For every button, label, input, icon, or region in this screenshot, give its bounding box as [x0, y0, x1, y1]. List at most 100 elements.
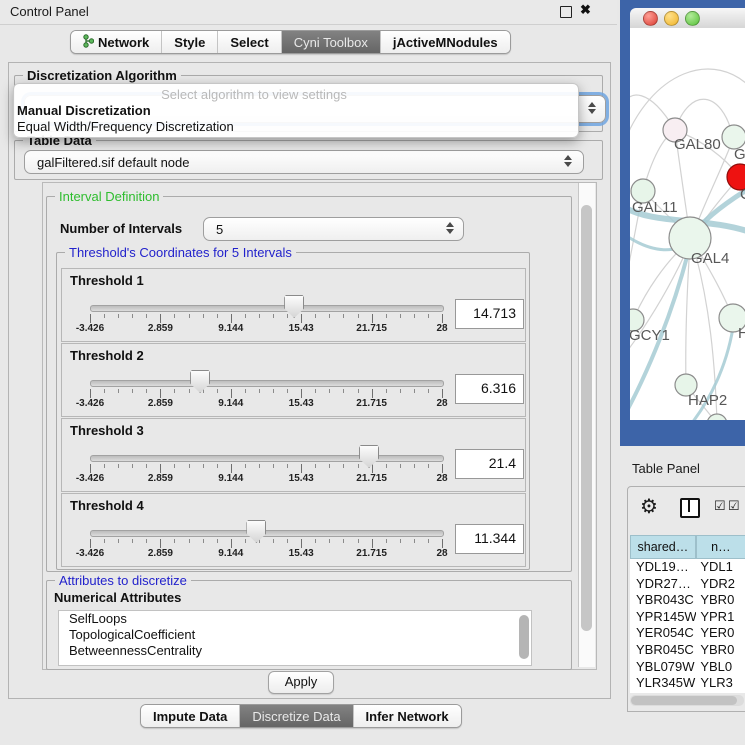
table-row[interactable]: YPR145WYPR1: [630, 609, 745, 626]
attribute-list-item[interactable]: TopologicalCoefficient: [59, 627, 531, 643]
tab-label: Infer Network: [366, 709, 449, 724]
num-intervals-label: Number of Intervals: [60, 221, 182, 236]
scrollbar-thumb[interactable]: [581, 205, 592, 631]
network-canvas[interactable]: GAL80GCGAL11GAL4GCY1HHAP2: [630, 28, 745, 420]
popup-item-manual-discretization[interactable]: Manual Discretization: [17, 103, 151, 118]
num-intervals-spinner[interactable]: 5: [203, 217, 464, 241]
tick-label: 2.859: [132, 548, 188, 559]
minimize-traffic-light-icon[interactable]: [664, 11, 679, 26]
table-cell: YBR043C: [630, 592, 696, 609]
table-row[interactable]: YLR345WYLR3: [630, 675, 745, 692]
table-cell: YLR345W: [630, 675, 696, 692]
table-hscrollbar[interactable]: [630, 695, 744, 706]
zoom-traffic-light-icon[interactable]: [685, 11, 700, 26]
table-row[interactable]: YIL052CYIL0: [630, 692, 745, 693]
threshold-panel-1: Threshold 1-3.4262.8599.14415.4321.71528…: [61, 268, 526, 342]
tab-jactivemnodules[interactable]: jActiveMNodules: [380, 31, 510, 53]
tab-label: Network: [98, 35, 149, 50]
tab-label: Style: [174, 35, 205, 50]
numerical-attributes-list[interactable]: SelfLoopsTopologicalCoefficientBetweenne…: [58, 610, 532, 666]
attribute-list-item[interactable]: BetweennessCentrality: [59, 643, 531, 659]
column-header-2[interactable]: n…: [696, 535, 745, 559]
table-cell: YPR145W: [630, 609, 696, 626]
table-cell: YDR27…: [630, 576, 696, 593]
algorithm-hint: Select algorithm to view settings: [129, 87, 379, 102]
threshold-panel-3: Threshold 3-3.4262.8599.14415.4321.71528…: [61, 418, 526, 492]
network-tree-icon: [83, 34, 94, 51]
tick-label: 21.715: [344, 473, 400, 484]
tab-label: Cyni Toolbox: [294, 35, 368, 50]
close-traffic-light-icon[interactable]: [643, 11, 658, 26]
list-scrollbar-thumb[interactable]: [519, 615, 529, 659]
tab-network[interactable]: Network: [71, 31, 161, 53]
algorithm-group-title: Discretization Algorithm: [23, 68, 181, 83]
tick-label: 9.144: [203, 398, 259, 409]
threshold-value-field[interactable]: 11.344: [455, 524, 524, 554]
slider-ticks: [90, 464, 443, 473]
tick-label: -3.426: [62, 548, 118, 559]
scrollbar-thumb[interactable]: [631, 696, 737, 705]
network-node-label: C: [740, 186, 745, 203]
combo-stepper-icon: [564, 155, 572, 167]
float-window-icon[interactable]: [560, 6, 572, 18]
settings-scrollbar[interactable]: [578, 183, 595, 667]
checkbox-icon[interactable]: ☑: [728, 498, 740, 514]
network-node-label: G: [734, 146, 745, 163]
table-data-combobox[interactable]: galFiltered.sif default node: [24, 150, 584, 174]
network-window-titlebar[interactable]: [630, 8, 745, 29]
apply-button[interactable]: Apply: [268, 671, 334, 694]
combo-stepper-icon: [588, 102, 596, 114]
interval-definition-title: Interval Definition: [55, 189, 163, 204]
tab-style[interactable]: Style: [161, 31, 217, 53]
threshold-value-field[interactable]: 21.4: [455, 449, 524, 479]
table-row[interactable]: YBR043CYBR0: [630, 592, 745, 609]
num-intervals-value: 5: [216, 222, 223, 237]
tab-infer-network[interactable]: Infer Network: [353, 705, 461, 727]
table-toolbar: ⚙ ☑ ☑: [628, 487, 745, 531]
table-row[interactable]: YDR27…YDR2: [630, 576, 745, 593]
table-cell: YPR1: [696, 609, 745, 626]
tick-label: 9.144: [203, 323, 259, 334]
tick-label: 2.859: [132, 398, 188, 409]
table-header-row: shared…n…: [630, 535, 745, 559]
tick-label: 9.144: [203, 548, 259, 559]
popup-item-equal-width-frequency[interactable]: Equal Width/Frequency Discretization: [17, 119, 234, 134]
tab-select[interactable]: Select: [217, 31, 280, 53]
threshold-value-field[interactable]: 6.316: [455, 374, 524, 404]
table-cell: YDL19…: [630, 559, 696, 576]
table-cell: YBR0: [696, 642, 745, 659]
tab-discretize-data[interactable]: Discretize Data: [239, 705, 352, 727]
tab-cyni-toolbox[interactable]: Cyni Toolbox: [281, 31, 380, 53]
slider-track[interactable]: [90, 530, 444, 537]
threshold-label: Threshold 3: [70, 423, 144, 438]
table-row[interactable]: YER054CYER0: [630, 625, 745, 642]
columns-icon[interactable]: [680, 498, 700, 518]
slider-track[interactable]: [90, 305, 444, 312]
column-header-1[interactable]: shared…: [630, 535, 696, 559]
gear-icon[interactable]: ⚙: [640, 494, 658, 519]
slider-ticks: [90, 389, 443, 398]
slider-track[interactable]: [90, 380, 444, 387]
table-cell: YIL0: [696, 692, 745, 693]
table-row[interactable]: YBL079WYBL0: [630, 659, 745, 676]
attribute-list-item[interactable]: SelfLoops: [59, 611, 531, 627]
network-node-label: GAL80: [674, 136, 721, 153]
tab-impute-data[interactable]: Impute Data: [141, 705, 239, 727]
table-cell: YER0: [696, 625, 745, 642]
threshold-value-field[interactable]: 14.713: [455, 299, 524, 329]
network-node-label: HAP2: [688, 392, 727, 409]
network-node-label: H: [738, 325, 745, 342]
checkbox-icon[interactable]: ☑: [714, 498, 726, 514]
table-row[interactable]: YDL19…YDL1: [630, 559, 745, 576]
tick-label: 21.715: [344, 323, 400, 334]
tick-label: 21.715: [344, 398, 400, 409]
close-icon[interactable]: ✖: [580, 2, 591, 18]
table-row[interactable]: YBR045CYBR0: [630, 642, 745, 659]
table-cell: YBL0: [696, 659, 745, 676]
control-panel-title: Control Panel: [10, 4, 89, 19]
table-panel-window: ⚙ ☑ ☑ shared…n… YDL19…YDL1YDR27…YDR2YBR0…: [627, 486, 745, 712]
table-body: YDL19…YDL1YDR27…YDR2YBR043CYBR0YPR145WYP…: [630, 559, 745, 693]
slider-track[interactable]: [90, 455, 444, 462]
threshold-panels: Threshold 1-3.4262.8599.14415.4321.71528…: [61, 268, 524, 566]
algorithm-popup: Select algorithm to view settings Manual…: [13, 83, 579, 138]
